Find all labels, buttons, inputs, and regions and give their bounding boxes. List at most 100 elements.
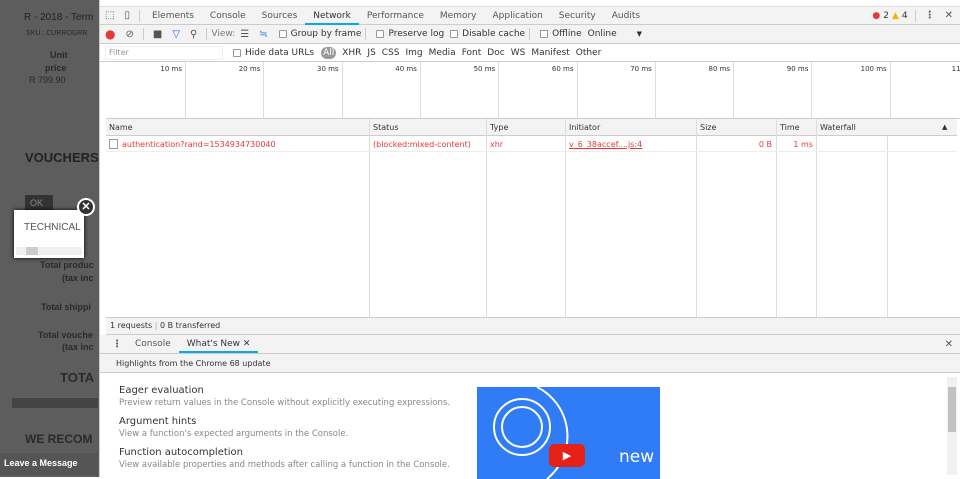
devtools-panel: ⬚ ▯ Elements Console Sources Network Per… [99, 0, 960, 479]
feature-title: Eager evaluation [119, 385, 204, 396]
column-name[interactable]: Name [109, 123, 133, 132]
tab-console[interactable]: Console [202, 7, 254, 25]
request-name[interactable]: authentication?rand=1534934730040 [122, 140, 276, 149]
recommend-heading: WE RECOM [25, 432, 93, 446]
filter-type-other[interactable]: Other [576, 48, 602, 58]
popup-close-icon[interactable]: ✕ [77, 198, 95, 216]
clear-icon[interactable]: ⊘ [125, 29, 133, 40]
hide-data-urls-checkbox[interactable] [233, 48, 241, 57]
filter-type-manifest[interactable]: Manifest [531, 48, 569, 58]
chevron-down-icon[interactable]: ▼ [637, 30, 642, 38]
filter-type-ws[interactable]: WS [511, 48, 526, 58]
waterfall-view-icon[interactable]: ≒ [259, 29, 267, 40]
column-size[interactable]: Size [700, 123, 716, 132]
screenshot-icon[interactable]: ■ [153, 29, 162, 40]
filter-type-xhr[interactable]: XHR [342, 48, 361, 58]
request-size: 0 B [758, 140, 772, 149]
search-icon[interactable]: ⚲ [190, 29, 197, 40]
filter-type-all[interactable]: All [321, 46, 337, 59]
timeline-tick-label: 90 ms [786, 65, 809, 73]
disable-cache-checkbox[interactable] [450, 30, 459, 38]
feature-item[interactable]: Function autocompletion View available pr… [119, 447, 450, 470]
request-initiator-link[interactable]: v_6_38accef....js:4 [569, 140, 642, 149]
filter-type-img[interactable]: Img [406, 48, 423, 58]
close-drawer-icon[interactable]: ✕ [945, 339, 953, 350]
timeline-gridline [185, 62, 186, 118]
status-bar: 1 requests | 0 B transferred [106, 317, 960, 335]
unit-label: Unit [50, 50, 68, 60]
filter-type-css[interactable]: CSS [382, 48, 400, 58]
column-initiator[interactable]: Initiator [569, 123, 600, 132]
drawer-menu-icon[interactable]: ⋮ [112, 339, 122, 350]
sort-up-icon[interactable]: ▲ [942, 123, 947, 131]
filter-type-js[interactable]: JS [367, 48, 375, 58]
hide-data-urls-label: Hide data URLs [245, 47, 315, 58]
file-icon [109, 139, 118, 149]
feature-title: Function autocompletion [119, 447, 244, 458]
close-devtools-icon[interactable]: ✕ [945, 10, 953, 21]
total-shipping: Total shippi [41, 302, 91, 312]
inspect-icon[interactable]: ⬚ [105, 10, 114, 21]
group-by-frame-checkbox[interactable] [278, 30, 287, 38]
tab-security[interactable]: Security [551, 7, 604, 25]
record-icon[interactable]: ● [105, 27, 115, 41]
drawer-scrollbar[interactable] [947, 377, 957, 475]
video-thumbnail[interactable]: ▶ new [477, 387, 660, 479]
tab-elements[interactable]: Elements [144, 7, 202, 25]
sku: SKU : CURROGRR [26, 30, 88, 37]
filter-icon[interactable]: ▽ [172, 29, 180, 40]
popup-scrollbar[interactable] [16, 247, 82, 255]
highlights-bar: Highlights from the Chrome 68 update [100, 354, 960, 373]
device-toolbar-icon[interactable]: ▯ [124, 10, 130, 21]
tab-memory[interactable]: Memory [432, 7, 485, 25]
close-tab-icon[interactable]: ✕ [243, 339, 251, 349]
timeline-tick-label: 80 ms [708, 65, 731, 73]
leave-message-button[interactable]: Leave a Message [0, 453, 98, 475]
tab-sources[interactable]: Sources [254, 7, 306, 25]
tab-application[interactable]: Application [485, 7, 551, 25]
column-waterfall[interactable]: Waterfall [820, 123, 856, 132]
feature-desc: View available properties and methods af… [119, 460, 450, 470]
filter-type-media[interactable]: Media [429, 48, 456, 58]
whats-new-content: Eager evaluation Preview return values in… [106, 373, 960, 479]
more-menu-icon[interactable]: ⋮ [925, 10, 935, 21]
feature-item[interactable]: Argument hints View a function's expected… [119, 416, 348, 439]
drawer-tabs: ⋮ Console What's New ✕ ✕ [100, 335, 960, 354]
column-type[interactable]: Type [490, 123, 508, 132]
tax-incl: (tax inc [62, 273, 94, 283]
whats-new-label: What's New [186, 339, 241, 349]
total-heading: TOTA [60, 370, 95, 385]
filter-type-font[interactable]: Font [462, 48, 482, 58]
total-vouchers: Total vouche [38, 330, 93, 340]
tab-performance[interactable]: Performance [359, 7, 432, 25]
warning-count[interactable]: 4 [902, 11, 908, 21]
price-label: price [45, 63, 67, 73]
large-rows-icon[interactable]: ☰ [240, 29, 249, 40]
preserve-log-label: Preserve log [388, 29, 445, 39]
network-toolbar: ● ⊘ ■ ▽ ⚲ View: ☰ ≒ Group by frame Prese… [100, 25, 960, 44]
feature-item[interactable]: Eager evaluation Preview return values in… [119, 385, 450, 408]
offline-checkbox[interactable] [540, 30, 549, 38]
filter-input[interactable]: Filter [105, 45, 223, 60]
ok-button[interactable]: OK [25, 195, 53, 211]
tab-whats-new[interactable]: What's New ✕ [178, 335, 259, 353]
column-time[interactable]: Time [780, 123, 800, 132]
error-count[interactable]: 2 [883, 11, 889, 21]
preserve-log-checkbox[interactable] [376, 30, 385, 38]
timeline-tick-label: 110 [951, 65, 960, 73]
request-count: 1 requests [110, 321, 153, 330]
throttle-select[interactable]: Online [588, 29, 617, 39]
group-by-frame-label: Group by frame [290, 29, 362, 39]
tab-network[interactable]: Network [305, 7, 359, 25]
page-scrollbar[interactable] [12, 398, 98, 408]
error-icon: ● [872, 10, 881, 21]
tab-audits[interactable]: Audits [604, 7, 648, 25]
youtube-play-icon[interactable]: ▶ [549, 444, 585, 467]
feature-desc: View a function's expected arguments in … [119, 429, 349, 439]
timeline-overview[interactable]: 10 ms 20 ms 30 ms 40 ms 50 ms 60 ms 70 ms 80 ms… [106, 62, 960, 119]
web-page-background: R - 2018 - Term SKU : CURROGRR Unit pric… [0, 0, 99, 477]
tab-drawer-console[interactable]: Console [127, 335, 179, 353]
column-status[interactable]: Status [373, 123, 399, 132]
filter-type-doc[interactable]: Doc [487, 48, 504, 58]
timeline-gridline [654, 62, 656, 118]
